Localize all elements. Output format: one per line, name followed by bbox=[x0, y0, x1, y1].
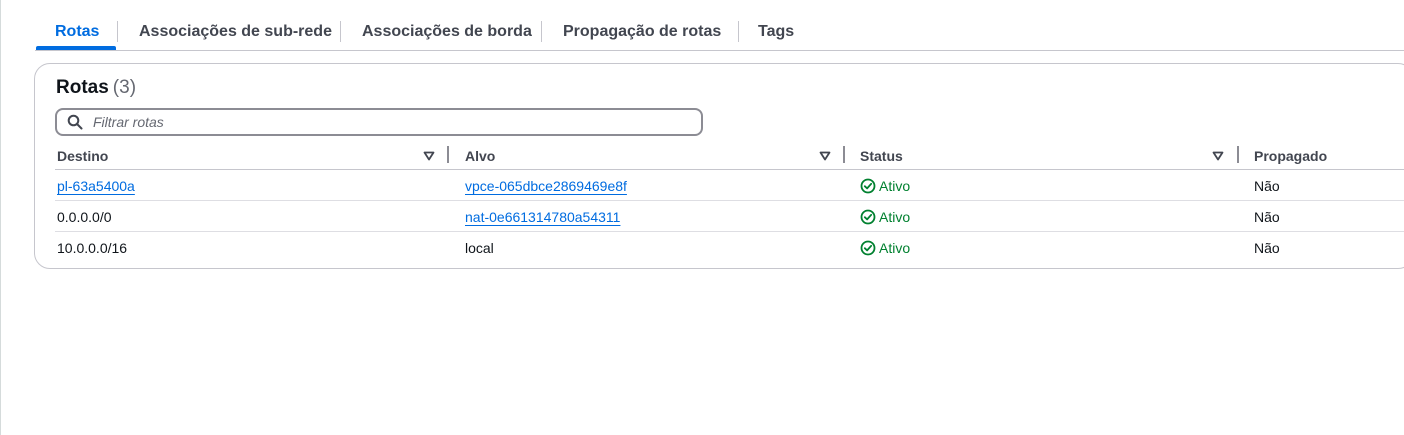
route-destination: 10.0.0.0/16 bbox=[57, 240, 128, 256]
route-destination: 0.0.0.0/0 bbox=[57, 209, 112, 225]
column-header-propagado[interactable]: Propagado bbox=[1254, 146, 1327, 166]
status-text: Ativo bbox=[879, 209, 911, 225]
route-propagated: Não bbox=[1254, 240, 1280, 256]
row-divider bbox=[55, 231, 1404, 232]
tab-divider bbox=[340, 21, 341, 42]
route-propagated: Não bbox=[1254, 209, 1280, 225]
tab-propagacao-rotas[interactable]: Propagação de rotas bbox=[563, 20, 721, 44]
column-header-alvo[interactable]: Alvo bbox=[465, 146, 495, 166]
caret-down-icon[interactable] bbox=[423, 150, 435, 162]
routes-header: Rotas (3) bbox=[56, 77, 136, 99]
routes-container: Rotas(3) Destino Alvo Status Propagado bbox=[34, 63, 1404, 269]
status-text: Ativo bbox=[879, 240, 911, 256]
caret-down-icon[interactable] bbox=[819, 150, 831, 162]
column-resizer[interactable] bbox=[843, 146, 845, 163]
route-destination-link[interactable]: pl-63a5400a bbox=[57, 176, 135, 196]
tab-associacoes-borda[interactable]: Associações de borda bbox=[362, 20, 532, 44]
tab-bar-divider bbox=[35, 50, 1404, 51]
route-propagated: Não bbox=[1254, 178, 1280, 194]
tab-tags[interactable]: Tags bbox=[758, 20, 794, 44]
tab-divider bbox=[738, 21, 739, 42]
route-table-page: Rotas Associações de sub-rede Associaçõe… bbox=[0, 0, 1404, 435]
caret-down-icon[interactable] bbox=[1212, 150, 1224, 162]
tab-rotas[interactable]: Rotas bbox=[55, 20, 99, 44]
filter-routes-field[interactable] bbox=[55, 108, 703, 136]
status-badge: Ativo bbox=[860, 207, 910, 227]
route-target-link[interactable]: vpce-065dbce2869469e8f bbox=[465, 176, 627, 196]
status-positive-icon bbox=[860, 178, 876, 194]
tab-bar: Rotas Associações de sub-rede Associaçõe… bbox=[1, 0, 1404, 51]
routes-title: Rotas bbox=[56, 77, 109, 98]
row-divider bbox=[55, 200, 1404, 201]
search-icon bbox=[67, 114, 83, 130]
column-resizer[interactable] bbox=[1237, 146, 1239, 163]
routes-count: (3) bbox=[112, 77, 137, 98]
status-badge: Ativo bbox=[860, 176, 910, 196]
route-target: local bbox=[465, 240, 494, 256]
tab-associacoes-sub-rede[interactable]: Associações de sub-rede bbox=[139, 20, 332, 44]
route-target-link[interactable]: nat-0e661314780a54311 bbox=[465, 207, 620, 227]
tab-divider bbox=[541, 21, 542, 42]
column-resizer[interactable] bbox=[447, 146, 449, 163]
tab-divider bbox=[117, 21, 118, 42]
status-badge: Ativo bbox=[860, 238, 910, 258]
status-positive-icon bbox=[860, 240, 876, 256]
status-text: Ativo bbox=[879, 178, 911, 194]
column-header-destino[interactable]: Destino bbox=[57, 146, 108, 166]
status-positive-icon bbox=[860, 209, 876, 225]
filter-routes-input[interactable] bbox=[93, 112, 693, 132]
column-header-status[interactable]: Status bbox=[860, 146, 903, 166]
table-header-divider bbox=[55, 169, 1404, 170]
